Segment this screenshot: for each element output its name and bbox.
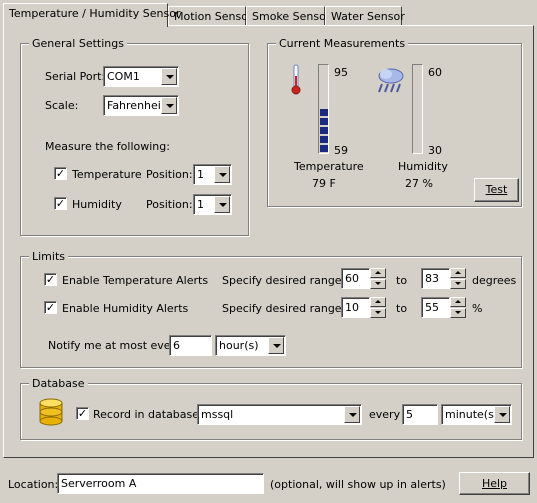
temperature-alert-checkbox[interactable]: ✓ (44, 273, 57, 286)
every-label: every (369, 408, 401, 421)
chevron-down-icon[interactable] (344, 406, 360, 423)
chevron-down-icon[interactable] (214, 196, 230, 213)
spin-down-icon[interactable] (370, 279, 386, 289)
database-select[interactable]: mssql (197, 404, 362, 425)
humidity-range-label: Specify desired range: (222, 302, 346, 315)
temperature-caption: Temperature (294, 160, 364, 173)
chevron-down-icon[interactable] (268, 337, 284, 354)
spin-up-icon[interactable] (450, 268, 466, 278)
humidity-gauge (412, 64, 423, 154)
temperature-range-label: Specify desired range: (222, 274, 346, 287)
tab-water-sensor[interactable]: Water Sensor (325, 6, 405, 26)
help-button-label: Help (481, 477, 508, 490)
database-title: Database (29, 377, 88, 390)
chevron-down-icon[interactable] (161, 97, 177, 114)
chevron-down-icon[interactable] (494, 406, 510, 423)
tab-temperature-humidity[interactable]: Temperature / Humidity Sensor (3, 3, 180, 27)
database-icon (39, 398, 63, 426)
spin-up-icon[interactable] (450, 297, 466, 307)
temperature-position-select[interactable]: 1 (193, 164, 232, 185)
help-button[interactable]: Help (459, 472, 530, 495)
chevron-down-icon[interactable] (214, 166, 230, 183)
humidity-position-label: Position: (146, 198, 193, 211)
temperature-checkbox[interactable]: ✓ (54, 167, 67, 180)
temperature-position-value: 1 (197, 168, 204, 181)
temperature-high-input[interactable]: 83 (421, 268, 450, 289)
serial-port-label: Serial Port: (45, 70, 106, 83)
temperature-max-label: 95 (334, 66, 348, 79)
humidity-high-spinner[interactable] (450, 297, 466, 318)
humidity-unit-label: % (472, 302, 483, 315)
current-measurements-title: Current Measurements (276, 37, 409, 50)
humidity-measure-label: Humidity (72, 198, 122, 211)
thermometer-icon (291, 64, 301, 95)
spin-up-icon[interactable] (370, 297, 386, 307)
humidity-to-label: to (396, 302, 408, 315)
temperature-high-spinner[interactable] (450, 268, 466, 289)
temperature-measure-label: Temperature (72, 168, 142, 181)
location-input[interactable]: Serverroom A (57, 473, 264, 494)
tab-smoke-sensor[interactable]: Smoke Sensor (246, 6, 330, 26)
rain-cloud-icon (378, 68, 404, 93)
scale-select[interactable]: Fahrenheit (103, 95, 179, 116)
gauge-segment (320, 118, 328, 125)
notify-input[interactable]: 6 (169, 335, 212, 356)
record-database-label: Record in database: (93, 408, 203, 421)
test-button[interactable]: Test (474, 178, 519, 202)
test-button-label: Test (485, 183, 508, 196)
humidity-low-input[interactable]: 10 (341, 297, 370, 318)
humidity-max-label: 60 (428, 66, 442, 79)
humidity-min-label: 30 (428, 144, 442, 157)
temperature-value: 79 F (312, 177, 336, 190)
notify-label: Notify me at most every (48, 339, 182, 352)
temperature-min-label: 59 (334, 144, 348, 157)
temperature-unit-label: degrees (472, 274, 517, 287)
limits-title: Limits (29, 250, 68, 263)
humidity-position-value: 1 (197, 198, 204, 211)
scale-value: Fahrenheit (107, 99, 166, 112)
humidity-caption: Humidity (398, 160, 448, 173)
humidity-low-spinner[interactable] (370, 297, 386, 318)
spin-up-icon[interactable] (370, 268, 386, 278)
every-input[interactable]: 5 (402, 404, 438, 425)
spin-down-icon[interactable] (450, 279, 466, 289)
notify-unit-select[interactable]: hour(s) (215, 335, 286, 356)
general-settings-title: General Settings (29, 37, 127, 50)
humidity-alert-label: Enable Humidity Alerts (62, 302, 189, 315)
every-unit-value: minute(s) (445, 408, 499, 421)
humidity-value: 27 % (405, 177, 433, 190)
serial-port-select[interactable]: COM1 (103, 66, 179, 87)
notify-unit-value: hour(s) (219, 339, 259, 352)
temperature-position-label: Position: (146, 168, 193, 181)
temperature-to-label: to (396, 274, 408, 287)
gauge-segment (320, 127, 328, 134)
temperature-low-spinner[interactable] (370, 268, 386, 289)
temperature-gauge (318, 64, 329, 154)
humidity-alert-checkbox[interactable]: ✓ (44, 301, 57, 314)
gauge-segment (320, 145, 328, 152)
record-database-checkbox[interactable]: ✓ (76, 407, 89, 420)
spin-down-icon[interactable] (450, 308, 466, 318)
chevron-down-icon[interactable] (161, 68, 177, 85)
location-label: Location: (8, 478, 59, 491)
scale-label: Scale: (45, 99, 79, 112)
serial-port-value: COM1 (107, 70, 140, 83)
temperature-alert-label: Enable Temperature Alerts (62, 274, 209, 287)
humidity-high-input[interactable]: 55 (421, 297, 450, 318)
measure-label: Measure the following: (45, 140, 170, 153)
every-unit-select[interactable]: minute(s) (441, 404, 512, 425)
location-hint: (optional, will show up in alerts) (270, 478, 446, 491)
spin-down-icon[interactable] (370, 308, 386, 318)
database-value: mssql (201, 408, 234, 421)
gauge-segment (320, 136, 328, 143)
humidity-checkbox[interactable]: ✓ (54, 197, 67, 210)
gauge-segment (320, 109, 328, 116)
humidity-position-select[interactable]: 1 (193, 194, 232, 215)
temperature-low-input[interactable]: 60 (341, 268, 370, 289)
